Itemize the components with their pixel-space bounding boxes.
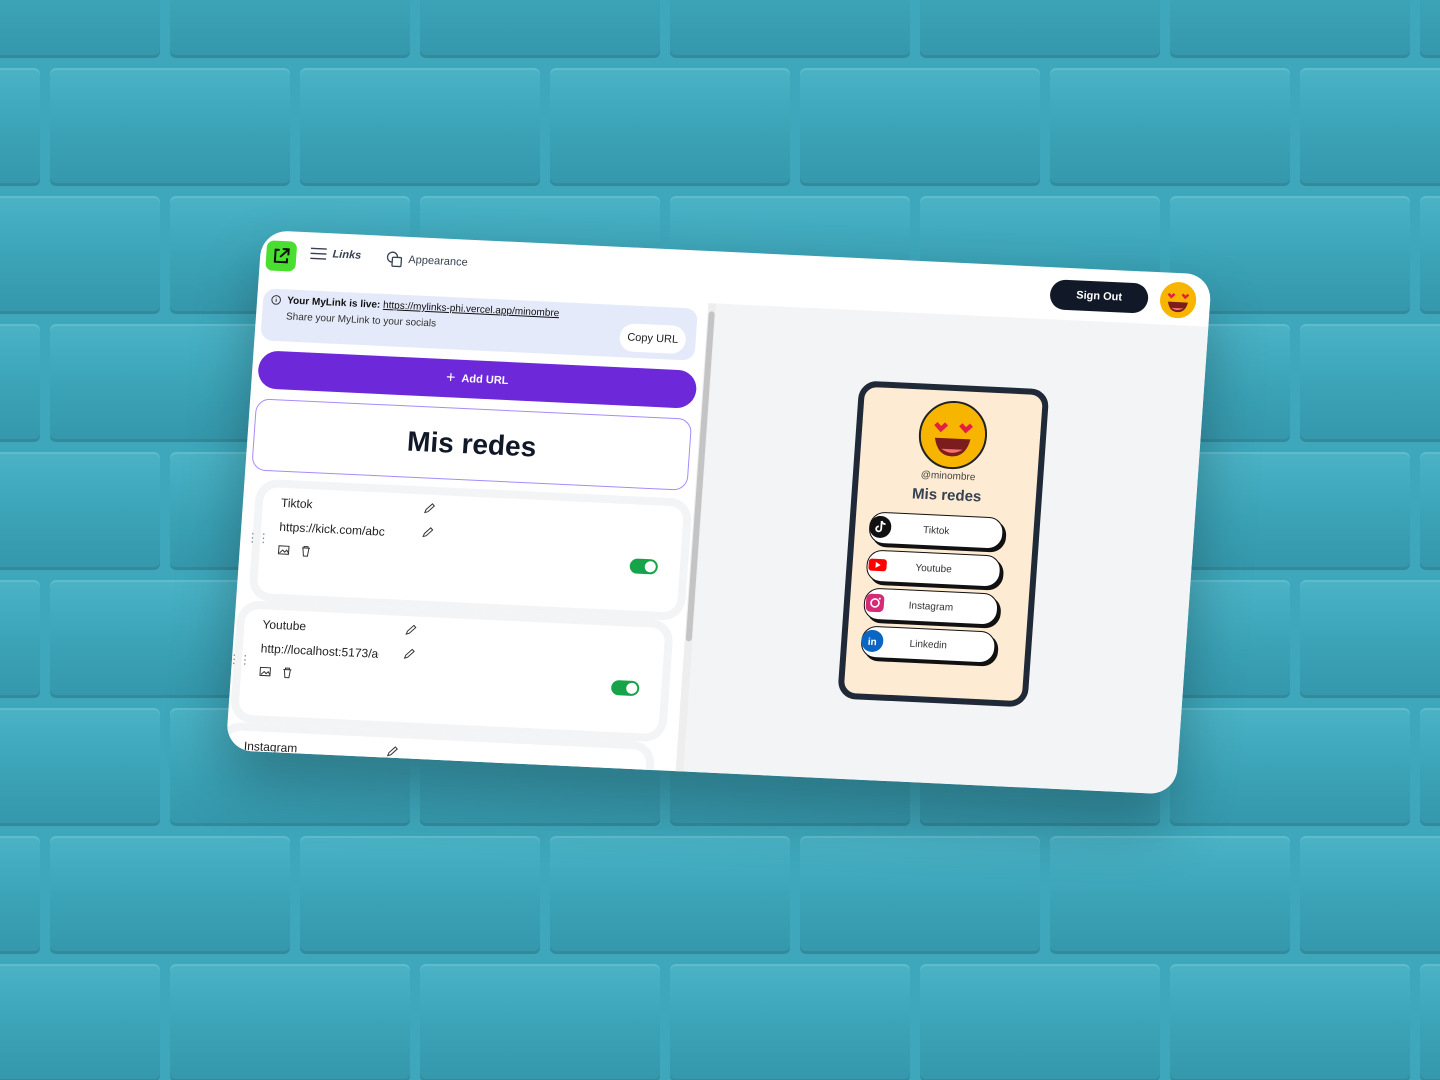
preview-link-button[interactable]: Youtube <box>865 549 1002 588</box>
plus-icon: + <box>445 369 457 387</box>
preview-title: Mis redes <box>911 485 982 506</box>
drag-handle-icon[interactable]: ⋮⋮ <box>246 530 269 545</box>
link-name[interactable]: Youtube <box>262 617 307 633</box>
youtube-icon <box>865 552 891 577</box>
tab-links[interactable]: Links <box>310 247 362 262</box>
live-banner: Your MyLink is live: https://mylinks-phi… <box>260 288 698 361</box>
sign-out-button[interactable]: Sign Out <box>1049 279 1150 314</box>
preview-link-label: Youtube <box>915 562 953 575</box>
svg-text:in: in <box>867 637 877 648</box>
trash-icon[interactable] <box>299 545 312 558</box>
list-icon <box>310 247 327 260</box>
edit-url-pencil-icon[interactable] <box>402 648 415 661</box>
star-struck-emoji-icon <box>920 403 986 468</box>
link-enabled-toggle[interactable] <box>629 558 659 575</box>
edit-name-pencil-icon[interactable] <box>386 746 399 759</box>
shapes-icon <box>386 251 403 268</box>
edit-url-pencil-icon[interactable] <box>421 526 434 539</box>
app-window: Links Appearance Sign Out Your MyLink is… <box>225 230 1213 795</box>
tab-appearance[interactable]: Appearance <box>386 251 468 271</box>
tab-appearance-label: Appearance <box>407 253 469 269</box>
add-url-label: Add URL <box>460 372 509 388</box>
avatar[interactable] <box>1158 281 1198 319</box>
app-logo-icon[interactable] <box>265 240 298 272</box>
trash-icon[interactable] <box>281 666 294 679</box>
instagram-icon <box>862 590 888 615</box>
page-title-editor[interactable]: Mis redes <box>251 398 693 491</box>
image-icon[interactable] <box>277 544 290 557</box>
image-icon[interactable] <box>259 665 272 678</box>
links-editor: Your MyLink is live: https://mylinks-phi… <box>225 282 709 774</box>
copy-url-button[interactable]: Copy URL <box>618 323 687 355</box>
live-prefix: Your MyLink is live: <box>286 295 381 311</box>
link-name[interactable]: Tiktok <box>281 496 314 511</box>
info-icon <box>271 295 281 305</box>
linkedin-icon: in <box>859 628 885 653</box>
preview-pane: @minombre Mis redes Tiktok Youtube Insta… <box>683 303 1209 795</box>
add-url-button[interactable]: + Add URL <box>256 350 698 409</box>
share-text: Share your MyLink to your socials <box>285 311 437 330</box>
link-enabled-toggle[interactable] <box>610 679 640 697</box>
tab-links-label: Links <box>332 248 362 262</box>
preview-link-label: Linkedin <box>909 638 948 651</box>
preview-link-label: Tiktok <box>922 524 950 537</box>
link-url[interactable]: http://localhost:5173/adm <box>260 641 379 661</box>
tiktok-icon <box>867 514 893 539</box>
preview-link-button[interactable]: Tiktok <box>867 511 1005 550</box>
link-url[interactable]: https://kick.com/abc <box>279 520 398 540</box>
preview-link-button[interactable]: Instagram <box>862 587 1000 626</box>
preview-link-label: Instagram <box>908 600 954 614</box>
edit-name-pencil-icon[interactable] <box>423 502 436 515</box>
edit-name-pencil-icon[interactable] <box>404 624 417 637</box>
link-card: ⋮⋮ Tiktok https://kick.com/abc <box>246 486 685 613</box>
link-card: ⋮⋮ Youtube http://localhost:5173/adm <box>227 608 666 735</box>
star-struck-emoji-icon <box>1160 282 1197 319</box>
preview-avatar <box>916 399 990 471</box>
preview-link-button[interactable]: in Linkedin <box>859 625 997 664</box>
phone-preview: @minombre Mis redes Tiktok Youtube Insta… <box>837 380 1050 708</box>
